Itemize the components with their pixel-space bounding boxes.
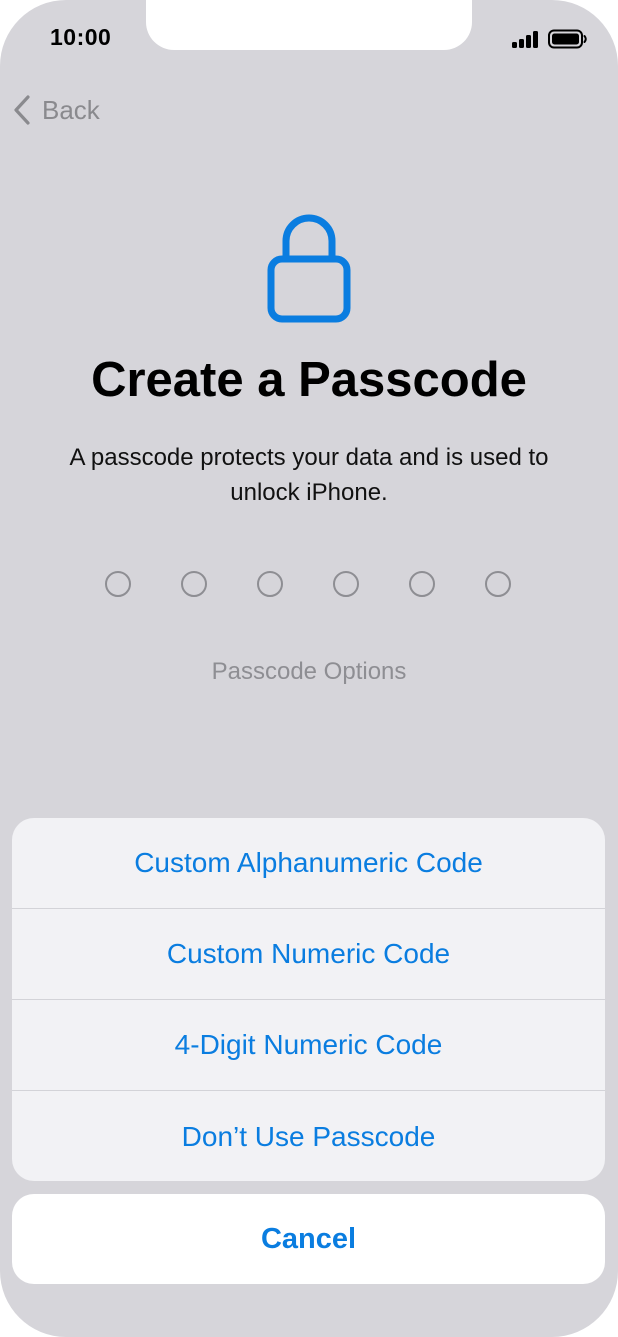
passcode-dot: [257, 571, 283, 597]
option-4-digit-numeric-code[interactable]: 4-Digit Numeric Code: [12, 1000, 605, 1091]
cancel-button[interactable]: Cancel: [12, 1194, 605, 1284]
option-dont-use-passcode[interactable]: Don’t Use Passcode: [12, 1091, 605, 1181]
passcode-dot: [485, 571, 511, 597]
page-title: Create a Passcode: [91, 353, 527, 407]
back-button-label: Back: [42, 94, 100, 125]
passcode-options-sheet: Custom Alphanumeric Code Custom Numeric …: [12, 818, 605, 1181]
option-custom-numeric-code[interactable]: Custom Numeric Code: [12, 909, 605, 1000]
device-notch: [146, 0, 472, 50]
back-button[interactable]: Back: [12, 92, 100, 128]
chevron-left-icon: [14, 95, 30, 125]
passcode-dot: [105, 571, 131, 597]
passcode-options-button[interactable]: Passcode Options: [0, 658, 618, 686]
passcode-dot: [333, 571, 359, 597]
phone-screen: 10:00 Back Create a Passcode A passcode …: [0, 0, 618, 1337]
option-custom-alphanumeric-code[interactable]: Custom Alphanumeric Code: [12, 818, 605, 909]
passcode-dot: [181, 571, 207, 597]
battery-icon: [548, 29, 587, 49]
passcode-dot: [409, 571, 435, 597]
status-bar-time: 10:00: [50, 24, 112, 50]
passcode-dots: [0, 568, 618, 600]
page-subtitle: A passcode protects your data and is use…: [69, 444, 549, 506]
lock-icon: [267, 214, 351, 323]
cellular-signal-icon: [512, 30, 542, 48]
